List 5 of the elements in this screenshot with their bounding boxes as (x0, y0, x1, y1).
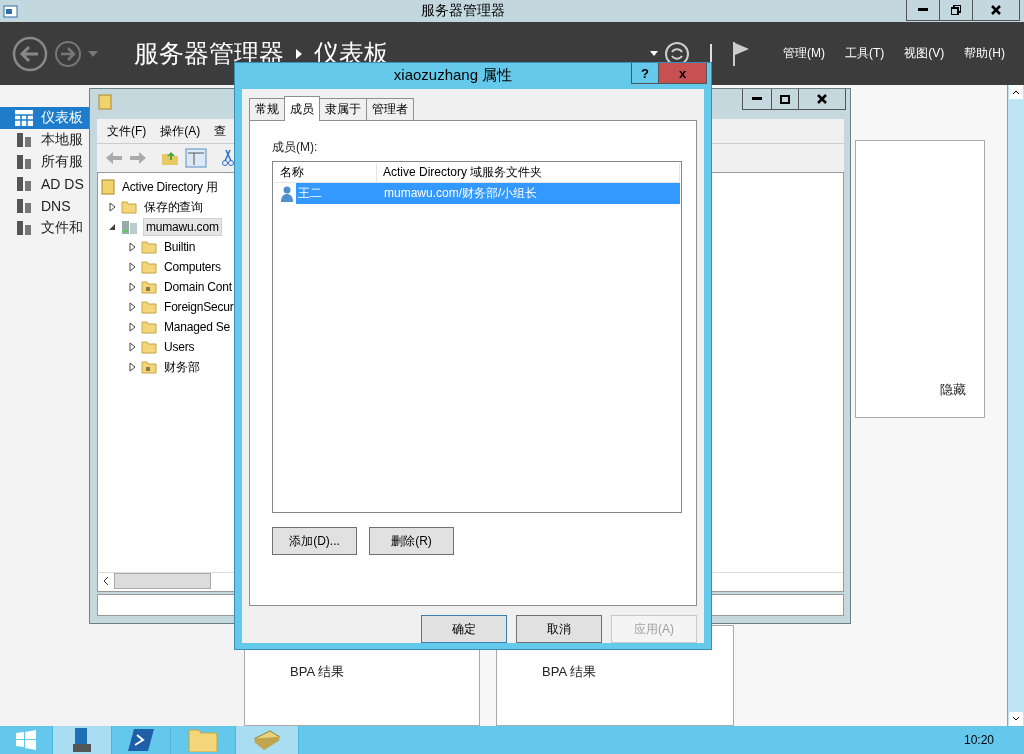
tile-text: BPA 结果 (542, 663, 596, 681)
dialog-title: xiaozuzhang 属性 (392, 65, 514, 85)
window-title: 服务器管理器 (419, 2, 506, 20)
tile-text: BPA 结果 (290, 663, 344, 681)
members-label: 成员(M): (272, 139, 319, 156)
